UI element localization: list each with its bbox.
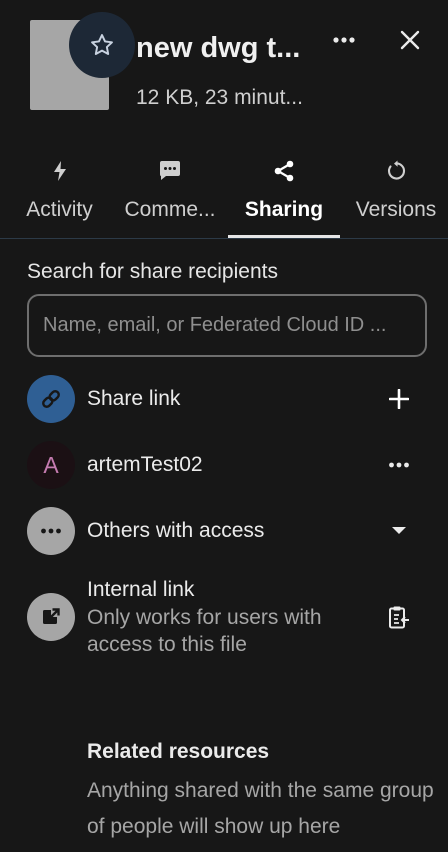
history-icon — [387, 160, 405, 180]
others-with-access-row[interactable]: Others with access — [27, 506, 427, 556]
dots-horizontal-icon — [389, 462, 409, 468]
clipboard-copy-icon — [389, 606, 409, 629]
search-label: Search for share recipients — [27, 260, 278, 283]
file-header: new dwg t... 12 KB, 23 minut... — [0, 0, 448, 140]
plus-icon — [389, 389, 409, 409]
share-link-label: Share link — [87, 387, 181, 410]
avatar: A — [27, 441, 75, 489]
tab-comments[interactable]: Comme... — [118, 148, 222, 238]
share-user-name: artemTest02 — [87, 453, 203, 476]
comment-icon — [160, 161, 180, 180]
internal-link-row: Internal link Only works for users with … — [27, 576, 427, 660]
copy-internal-link-button[interactable] — [379, 598, 419, 638]
triangle-down-icon — [392, 527, 406, 534]
tab-versions[interactable]: Versions — [350, 148, 442, 238]
more-actions-button[interactable] — [324, 20, 364, 60]
share-link-avatar — [27, 375, 75, 423]
internal-link-description: Only works for users with access to this… — [87, 606, 322, 656]
internal-link-title: Internal link — [87, 578, 195, 601]
share-user-row[interactable]: A artemTest02 — [27, 440, 427, 490]
star-icon — [91, 34, 113, 55]
dots-horizontal-icon — [333, 37, 355, 43]
related-resources: Related resources Anything shared with t… — [87, 740, 437, 845]
avatar-initial: A — [43, 451, 59, 478]
lightning-icon — [53, 161, 66, 181]
sidebar-tabs: Activity Comme... Sharing Versions — [0, 148, 448, 239]
file-title: new dwg t... — [136, 32, 301, 64]
dots-horizontal-icon — [41, 528, 61, 534]
internal-link-avatar — [27, 593, 75, 641]
share-link-row[interactable]: Share link — [27, 374, 427, 424]
tab-sharing-label: Sharing — [244, 198, 324, 221]
share-search-input[interactable] — [43, 314, 411, 337]
share-search-field[interactable] — [27, 294, 427, 357]
share-user-menu-button[interactable] — [379, 445, 419, 485]
tab-activity[interactable]: Activity — [18, 148, 101, 238]
others-avatar — [27, 507, 75, 555]
open-in-new-icon — [43, 607, 61, 624]
related-resources-title: Related resources — [87, 740, 270, 763]
favorite-button[interactable] — [69, 12, 135, 78]
tab-sharing[interactable]: Sharing — [228, 148, 340, 238]
link-icon — [42, 390, 60, 408]
share-icon — [274, 160, 294, 182]
close-button[interactable] — [390, 20, 430, 60]
tab-comments-label: Comme... — [124, 198, 216, 221]
tab-versions-label: Versions — [355, 198, 437, 221]
related-resources-description: Anything shared with the same group of p… — [87, 779, 434, 838]
file-meta: 12 KB, 23 minut... — [136, 86, 303, 109]
others-with-access-label: Others with access — [87, 519, 265, 542]
tab-activity-label: Activity — [26, 198, 93, 221]
add-share-link-button[interactable] — [379, 379, 419, 419]
close-icon — [400, 30, 420, 50]
others-expand-button[interactable] — [379, 511, 419, 551]
